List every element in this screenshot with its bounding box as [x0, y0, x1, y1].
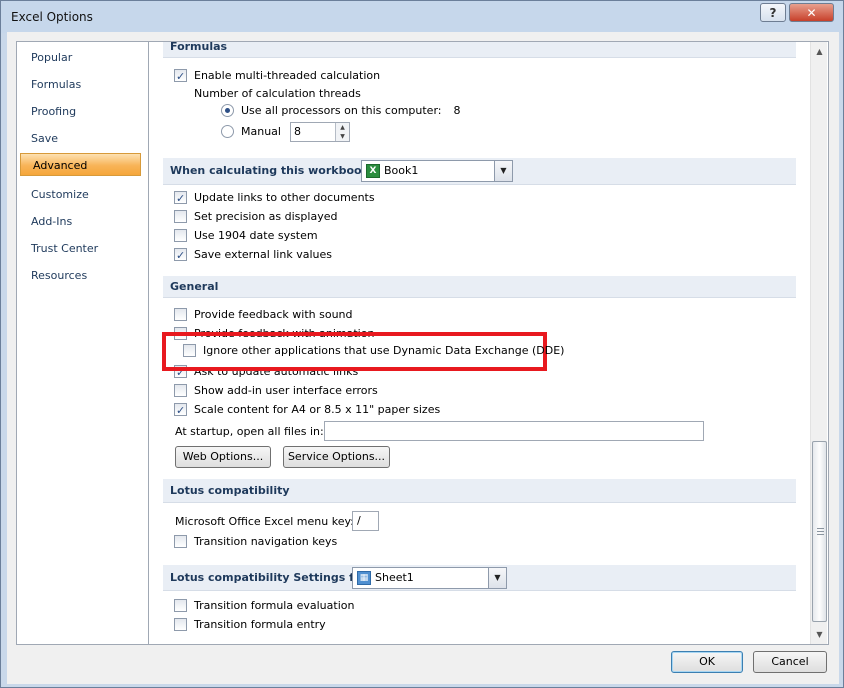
- sidebar-item-add-ins[interactable]: Add-Ins: [19, 210, 146, 233]
- chevron-down-icon[interactable]: ▼: [488, 568, 506, 588]
- feedback-sound-label: Provide feedback with sound: [194, 308, 353, 321]
- precision-option[interactable]: Set precision as displayed: [174, 208, 337, 225]
- manual-threads-value: 8: [294, 125, 301, 138]
- nav-keys-option[interactable]: Transition navigation keys: [174, 533, 337, 550]
- formula-eval-label: Transition formula evaluation: [194, 599, 355, 612]
- update-links-label: Update links to other documents: [194, 191, 375, 204]
- workbook-combo[interactable]: X Book1 ▼: [361, 160, 513, 182]
- scale-content-checkbox[interactable]: [174, 402, 187, 419]
- scroll-up-icon[interactable]: ▲: [812, 43, 827, 60]
- threads-label: Number of calculation threads: [194, 87, 361, 100]
- scrollbar-thumb[interactable]: [812, 441, 827, 622]
- workbook-combo-value: Book1: [384, 164, 419, 177]
- sidebar-item-resources[interactable]: Resources: [19, 264, 146, 287]
- multithread-option[interactable]: Enable multi-threaded calculation: [174, 67, 381, 85]
- precision-label: Set precision as displayed: [194, 210, 338, 223]
- all-processors-radio[interactable]: [221, 104, 234, 117]
- external-link-label: Save external link values: [194, 248, 332, 261]
- manual-radio[interactable]: [221, 125, 234, 138]
- nav-keys-label: Transition navigation keys: [194, 535, 338, 548]
- formula-entry-option[interactable]: Transition formula entry: [174, 616, 326, 633]
- manual-label: Manual: [241, 125, 281, 138]
- sidebar-item-save[interactable]: Save: [19, 127, 146, 150]
- external-link-checkbox[interactable]: [174, 247, 187, 264]
- sidebar-item-customize[interactable]: Customize: [19, 183, 146, 206]
- addin-errors-checkbox[interactable]: [174, 384, 187, 397]
- grip-line: [817, 528, 824, 529]
- web-options-button[interactable]: Web Options...: [175, 446, 271, 468]
- formula-entry-checkbox[interactable]: [174, 618, 187, 631]
- processor-count: 8: [453, 104, 461, 117]
- section-header-lotus: Lotus compatibility: [163, 479, 796, 503]
- precision-checkbox[interactable]: [174, 210, 187, 223]
- window-title: Excel Options: [11, 10, 93, 24]
- help-icon[interactable]: ?: [760, 3, 786, 22]
- addin-errors-label: Show add-in user interface errors: [194, 384, 378, 397]
- startup-folder-label: At startup, open all files in:: [175, 425, 324, 438]
- multithread-checkbox[interactable]: [174, 68, 187, 85]
- date-1904-option[interactable]: Use 1904 date system: [174, 227, 318, 244]
- sheet-combo-value: Sheet1: [375, 571, 414, 584]
- grip-line: [817, 531, 824, 532]
- formula-entry-label: Transition formula entry: [194, 618, 326, 631]
- sidebar-item-formulas[interactable]: Formulas: [19, 73, 146, 96]
- stepper-arrows-icon[interactable]: ▲ ▼: [335, 123, 349, 141]
- addin-errors-option[interactable]: Show add-in user interface errors: [174, 382, 378, 399]
- close-icon[interactable]: ✕: [789, 3, 834, 22]
- service-options-button[interactable]: Service Options...: [283, 446, 390, 468]
- menu-key-input[interactable]: /: [352, 511, 379, 531]
- sidebar-item-popular[interactable]: Popular: [19, 46, 146, 69]
- formula-eval-checkbox[interactable]: [174, 599, 187, 612]
- multithread-label: Enable multi-threaded calculation: [194, 69, 381, 82]
- startup-folder-input[interactable]: [324, 421, 704, 441]
- update-links-option[interactable]: Update links to other documents: [174, 189, 375, 207]
- title-bar: Excel Options ? ✕: [1, 1, 843, 33]
- scale-content-label: Scale content for A4 or 8.5 x 11" paper …: [194, 403, 441, 416]
- sheet-combo[interactable]: ▦ Sheet1 ▼: [352, 567, 507, 589]
- ignore-dde-label: Ignore other applications that use Dynam…: [203, 344, 565, 357]
- ok-button[interactable]: OK: [671, 651, 743, 673]
- dialog-client: Popular Formulas Proofing Save Advanced …: [7, 32, 839, 684]
- nav-keys-checkbox[interactable]: [174, 535, 187, 548]
- scale-content-option[interactable]: Scale content for A4 or 8.5 x 11" paper …: [174, 401, 441, 419]
- ignore-dde-checkbox[interactable]: [183, 344, 196, 357]
- date-1904-label: Use 1904 date system: [194, 229, 318, 242]
- ignore-dde-option[interactable]: Ignore other applications that use Dynam…: [183, 342, 564, 359]
- feedback-sound-checkbox[interactable]: [174, 308, 187, 321]
- feedback-sound-option[interactable]: Provide feedback with sound: [174, 306, 353, 323]
- manual-threads-option[interactable]: Manual: [221, 123, 281, 140]
- all-processors-label: Use all processors on this computer:: [241, 104, 442, 117]
- sidebar-item-trust-center[interactable]: Trust Center: [19, 237, 146, 260]
- update-links-checkbox[interactable]: [174, 190, 187, 207]
- menu-key-label: Microsoft Office Excel menu key:: [175, 515, 354, 528]
- vertical-scrollbar[interactable]: ▲ ▼: [810, 42, 827, 644]
- excel-options-dialog: Excel Options ? ✕ Popular Formulas Proof…: [0, 0, 844, 688]
- section-header-general: General: [163, 276, 796, 298]
- manual-threads-stepper[interactable]: 8 ▲ ▼: [290, 122, 350, 142]
- excel-workbook-icon: X: [366, 164, 380, 178]
- sidebar-item-proofing[interactable]: Proofing: [19, 100, 146, 123]
- formula-eval-option[interactable]: Transition formula evaluation: [174, 597, 354, 614]
- category-sidebar: Popular Formulas Proofing Save Advanced …: [16, 41, 149, 645]
- sidebar-item-advanced[interactable]: Advanced: [20, 153, 141, 176]
- worksheet-icon: ▦: [357, 571, 371, 585]
- cancel-button[interactable]: Cancel: [753, 651, 827, 673]
- all-processors-option[interactable]: Use all processors on this computer: 8: [221, 102, 460, 119]
- scroll-down-icon[interactable]: ▼: [812, 626, 827, 643]
- external-link-option[interactable]: Save external link values: [174, 246, 332, 264]
- grip-line: [817, 534, 824, 535]
- section-header-formulas: Formulas: [163, 42, 796, 58]
- date-1904-checkbox[interactable]: [174, 229, 187, 242]
- chevron-down-icon[interactable]: ▼: [494, 161, 512, 181]
